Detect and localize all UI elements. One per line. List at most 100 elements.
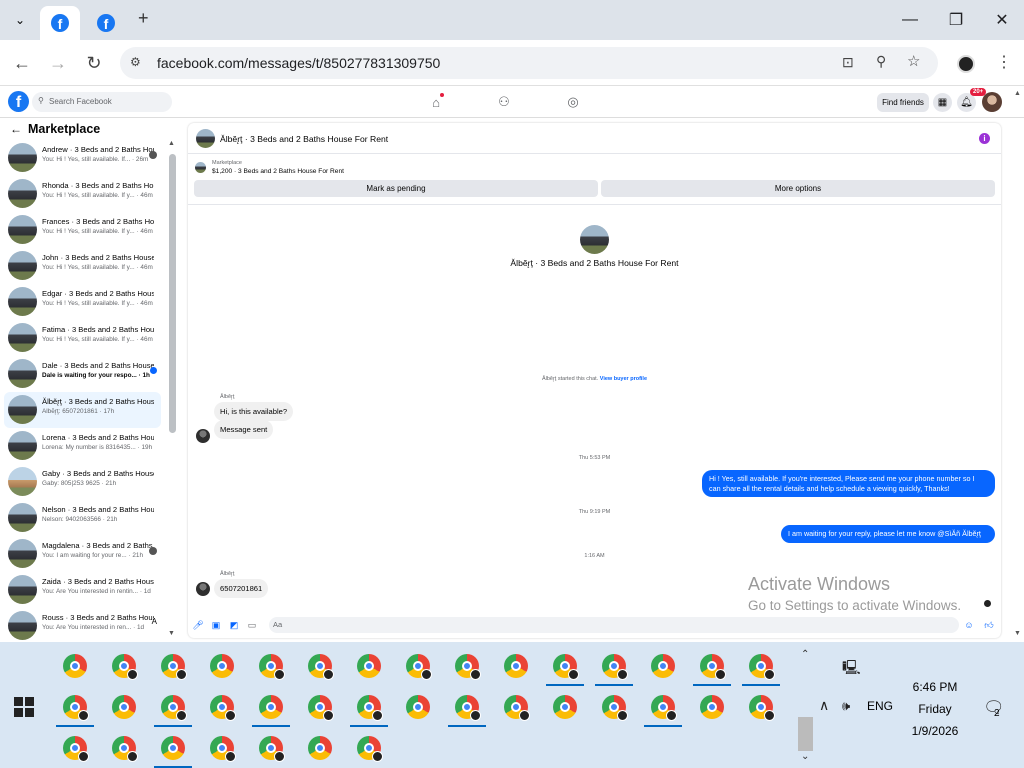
conversation-item[interactable]: Rhonda · 3 Beds and 2 Baths House For Re… — [4, 176, 161, 212]
microphone-icon[interactable]: 🎤︎ — [192, 620, 203, 630]
chrome-taskbar-icon[interactable] — [651, 695, 677, 721]
scroll-up-arrow-icon[interactable]: ▲ — [1014, 90, 1021, 97]
chrome-taskbar-icon[interactable] — [455, 695, 481, 721]
incoming-message-bubble[interactable]: 6507201861 — [214, 579, 269, 598]
chrome-taskbar-icon[interactable] — [553, 654, 579, 680]
groups-icon[interactable]: ◎ — [565, 94, 581, 110]
view-buyer-profile-link[interactable]: View buyer profile — [600, 376, 647, 382]
chrome-taskbar-icon[interactable] — [455, 654, 481, 680]
chrome-taskbar-icon[interactable] — [308, 695, 334, 721]
sidebar-scroll-thumb[interactable] — [169, 154, 176, 433]
like-thumb-icon[interactable]: 👍︎ — [984, 620, 994, 630]
photo-icon[interactable]: ▣ — [211, 620, 221, 630]
gif-icon[interactable]: ▭ — [247, 620, 257, 630]
site-info-icon[interactable]: ⚙ — [130, 55, 141, 69]
chrome-taskbar-icon[interactable] — [63, 654, 87, 678]
chrome-taskbar-icon[interactable] — [308, 654, 334, 680]
chrome-taskbar-icon[interactable] — [602, 695, 628, 721]
profile-avatar[interactable] — [957, 55, 975, 73]
friends-icon[interactable]: ⚇ — [496, 94, 512, 110]
chrome-taskbar-icon[interactable] — [161, 736, 185, 760]
chrome-taskbar-icon[interactable] — [161, 654, 187, 680]
chat-title[interactable]: Ălbĕr̨ţ · 3 Beds and 2 Baths House For R… — [220, 134, 388, 144]
chrome-taskbar-icon[interactable] — [259, 654, 285, 680]
chrome-taskbar-icon[interactable] — [602, 654, 628, 680]
chrome-taskbar-icon[interactable] — [406, 695, 430, 719]
sender-avatar[interactable] — [196, 429, 210, 443]
chrome-taskbar-icon[interactable] — [700, 695, 724, 719]
chrome-taskbar-icon[interactable] — [651, 654, 675, 678]
scroll-down-arrow-icon[interactable]: ▼ — [168, 630, 175, 637]
tab-facebook-active[interactable]: f — [40, 6, 80, 40]
chrome-taskbar-icon[interactable] — [63, 695, 89, 721]
menu-grid-icon[interactable]: ▦ — [933, 93, 952, 112]
listing-thumbnail[interactable] — [196, 129, 215, 148]
chrome-taskbar-icon[interactable] — [161, 695, 187, 721]
conversation-item[interactable]: Zaida · 3 Beds and 2 Baths House For Ren… — [4, 572, 161, 608]
outgoing-message-bubble[interactable]: Hi ! Yes, still available. If you're int… — [702, 470, 995, 497]
chrome-taskbar-icon[interactable] — [504, 654, 528, 678]
chrome-taskbar-icon[interactable] — [210, 736, 236, 762]
chrome-taskbar-icon[interactable] — [63, 736, 89, 762]
url-text[interactable]: facebook.com/messages/t/850277831309750 — [157, 55, 440, 71]
reload-button[interactable]: ↻ — [82, 51, 106, 75]
scroll-up-arrow-icon[interactable]: ▲ — [168, 140, 175, 147]
back-button[interactable]: ← — [10, 51, 34, 75]
outgoing-message-bubble[interactable]: I am waiting for your reply, please let … — [781, 525, 995, 543]
minimize-button[interactable]: — — [890, 8, 930, 32]
chrome-taskbar-icon[interactable] — [259, 695, 283, 719]
listing-small-thumbnail[interactable] — [195, 162, 206, 173]
chrome-taskbar-icon[interactable] — [308, 736, 332, 760]
chrome-taskbar-icon[interactable] — [357, 654, 381, 678]
chrome-taskbar-icon[interactable] — [210, 695, 236, 721]
volume-icon[interactable]: 🕪︎ — [842, 698, 850, 714]
system-clock[interactable]: 6:46 PM Friday 1/9/2026 — [880, 676, 990, 742]
chrome-taskbar-icon[interactable] — [259, 736, 285, 762]
conversation-item[interactable]: Lorena · 3 Beds and 2 Baths House For Re… — [4, 428, 161, 464]
new-tab-button[interactable]: + — [138, 8, 149, 29]
scroll-down-arrow-icon[interactable]: ▼ — [1014, 630, 1021, 637]
tab-search-chevron-icon[interactable]: ⌄ — [10, 10, 30, 30]
conversation-item[interactable]: Edgar · 3 Beds and 2 Baths House For Ren… — [4, 284, 161, 320]
browser-menu-icon[interactable]: ⋮ — [996, 52, 1012, 72]
taskbar-scrollbar[interactable]: ⌃ ⌄ — [797, 645, 814, 766]
taskbar-scroll-thumb[interactable] — [798, 717, 813, 751]
chrome-taskbar-icon[interactable] — [504, 695, 530, 721]
back-arrow-icon[interactable]: ← — [10, 122, 22, 136]
sticker-icon[interactable]: ◩ — [229, 620, 239, 630]
chrome-taskbar-icon[interactable] — [406, 654, 432, 680]
forward-button[interactable]: → — [46, 51, 70, 75]
install-app-icon[interactable]: ⊡ — [842, 54, 854, 71]
chevron-up-icon[interactable]: ⌃ — [801, 649, 809, 660]
conversation-item[interactable]: Rouss · 3 Beds and 2 Baths House For Ren… — [4, 608, 161, 644]
message-input[interactable]: Aa — [269, 617, 959, 633]
chrome-taskbar-icon[interactable] — [112, 654, 138, 680]
close-window-button[interactable]: ✕ — [982, 8, 1022, 32]
zoom-icon[interactable]: ⚲ — [876, 53, 886, 70]
conversation-item[interactable]: Nelson · 3 Beds and 2 Baths House For Re… — [4, 500, 161, 536]
listing-summary[interactable]: $1,200 · 3 Beds and 2 Baths House For Re… — [212, 168, 344, 175]
network-icon[interactable]: 🖳︎ — [842, 657, 861, 681]
chrome-taskbar-icon[interactable] — [357, 736, 383, 762]
emoji-icon[interactable]: ☺ — [964, 620, 974, 630]
chat-intro-thumbnail[interactable] — [580, 225, 609, 254]
chrome-taskbar-icon[interactable] — [112, 736, 138, 762]
find-friends-button[interactable]: Find friends — [877, 93, 929, 112]
chevron-down-icon[interactable]: ⌄ — [801, 751, 809, 762]
show-hidden-icons-chevron-icon[interactable]: ∧ — [819, 697, 829, 714]
conversation-item[interactable]: Ălbĕr̨ţ · 3 Beds and 2 Baths House For R… — [4, 392, 161, 428]
chrome-taskbar-icon[interactable] — [357, 695, 383, 721]
page-scrollbar[interactable]: ▲ ▼ — [1011, 86, 1024, 642]
conversation-item[interactable]: John · 3 Beds and 2 Baths House For Rent… — [4, 248, 161, 284]
start-button-icon[interactable] — [14, 697, 34, 717]
incoming-message-bubble[interactable]: Message sent — [214, 420, 274, 439]
incoming-message-bubble[interactable]: Hi, is this available? — [214, 402, 294, 421]
chrome-taskbar-icon[interactable] — [700, 654, 726, 680]
search-input[interactable]: ⚲ Search Facebook — [32, 92, 172, 112]
bookmark-star-icon[interactable]: ☆ — [907, 52, 920, 70]
sender-avatar[interactable] — [196, 582, 210, 596]
conversation-item[interactable]: Andrew · 3 Beds and 2 Baths House For Re… — [4, 140, 161, 176]
facebook-logo-icon[interactable]: f — [8, 91, 29, 112]
chrome-taskbar-icon[interactable] — [749, 654, 775, 680]
tab-facebook[interactable]: f — [86, 6, 126, 40]
